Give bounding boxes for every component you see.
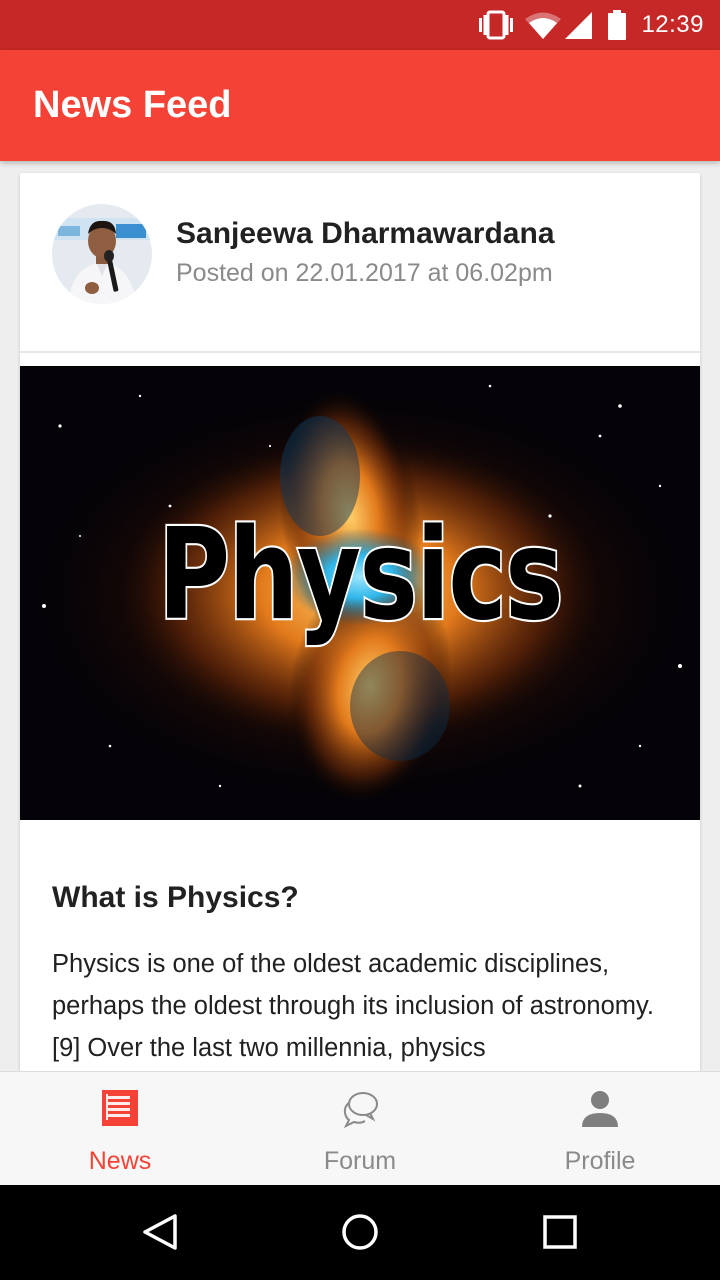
- image-caption: Physics: [156, 500, 565, 650]
- divider: [20, 351, 700, 353]
- nav-profile[interactable]: Profile: [480, 1072, 720, 1185]
- nav-news-label: News: [88, 1147, 152, 1175]
- nav-profile-label: Profile: [564, 1147, 636, 1175]
- news-icon: [100, 1088, 140, 1128]
- post-timestamp: Posted on 22.01.2017 at 06.02pm: [176, 259, 553, 287]
- wifi-icon: [524, 10, 562, 45]
- author-avatar[interactable]: [52, 204, 152, 304]
- home-icon[interactable]: [340, 1212, 380, 1252]
- battery-icon: [606, 10, 628, 45]
- profile-icon: [580, 1088, 620, 1128]
- vibrate-icon: [476, 10, 516, 45]
- back-icon[interactable]: [140, 1212, 180, 1252]
- page-title: News Feed: [33, 84, 232, 126]
- author-name[interactable]: Sanjeewa Dharmawardana: [176, 217, 555, 251]
- nav-forum-label: Forum: [323, 1147, 397, 1175]
- post-title: What is Physics?: [52, 881, 299, 914]
- signal-icon: [562, 10, 594, 45]
- post-image[interactable]: Physics: [20, 366, 700, 820]
- status-bar: 12:39: [0, 0, 720, 50]
- recents-icon[interactable]: [540, 1212, 580, 1252]
- nav-news[interactable]: News: [0, 1072, 240, 1185]
- post-body: Physics is one of the oldest academic di…: [52, 950, 654, 1062]
- status-time: 12:39: [641, 11, 704, 38]
- system-navigation-bar: [0, 1184, 720, 1280]
- app-bar: News Feed: [0, 50, 720, 161]
- post-card[interactable]: Sanjeewa Dharmawardana Posted on 22.01.2…: [20, 173, 700, 1083]
- forum-icon: [340, 1088, 380, 1129]
- nav-forum[interactable]: Forum: [240, 1072, 480, 1185]
- bottom-navigation: News Forum Profile: [0, 1071, 720, 1185]
